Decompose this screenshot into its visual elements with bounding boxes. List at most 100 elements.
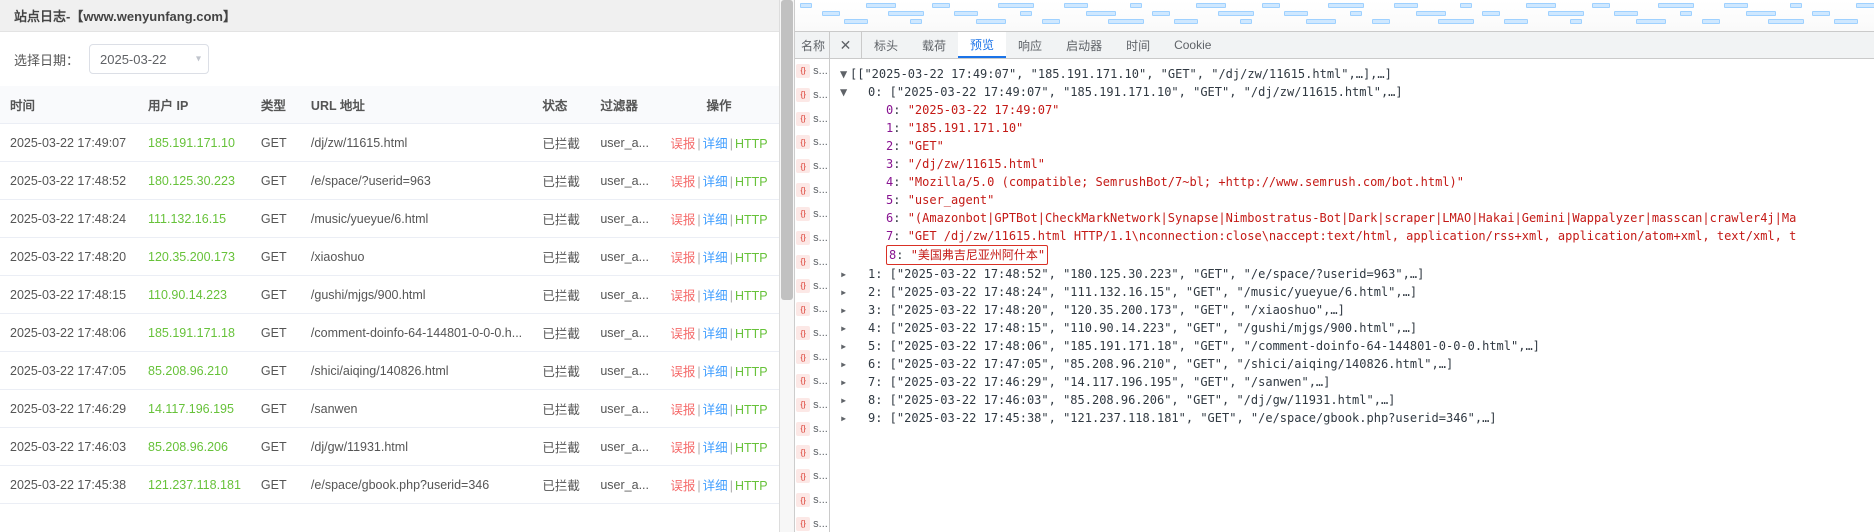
tree-line[interactable]: ▸6: ["2025-03-22 17:47:05", "85.208.96.2… bbox=[840, 355, 1864, 373]
request-item[interactable]: {}s... bbox=[796, 254, 828, 270]
action-detail[interactable]: 详细 bbox=[703, 327, 728, 341]
action-detail[interactable]: 详细 bbox=[703, 213, 728, 227]
request-item[interactable]: {}s... bbox=[796, 421, 828, 437]
action-http[interactable]: HTTP bbox=[735, 327, 768, 341]
action-report[interactable]: 误报 bbox=[670, 289, 695, 303]
request-item[interactable]: {}s... bbox=[796, 111, 828, 127]
tree-line[interactable]: ▸4: ["2025-03-22 17:48:15", "110.90.14.2… bbox=[840, 319, 1864, 337]
request-item[interactable]: {}s... bbox=[796, 492, 828, 508]
waterfall-bar bbox=[1108, 19, 1144, 24]
action-report[interactable]: 误报 bbox=[670, 175, 695, 189]
action-report[interactable]: 误报 bbox=[670, 479, 695, 493]
cell-filter: user_a... bbox=[590, 352, 659, 390]
tree-line[interactable]: 7: "GET /dj/zw/11615.html HTTP/1.1\nconn… bbox=[840, 227, 1864, 245]
request-item[interactable]: {}s... bbox=[796, 87, 828, 103]
action-detail[interactable]: 详细 bbox=[703, 403, 728, 417]
devtab-4[interactable]: 启动器 bbox=[1054, 32, 1114, 58]
request-item[interactable]: {}s... bbox=[796, 206, 828, 222]
tree-line[interactable]: ▸8: ["2025-03-22 17:46:03", "85.208.96.2… bbox=[840, 391, 1864, 409]
date-input[interactable] bbox=[89, 44, 209, 74]
table-row[interactable]: 2025-03-22 17:46:0385.208.96.206GET/dj/g… bbox=[0, 428, 779, 466]
action-http[interactable]: HTTP bbox=[735, 289, 768, 303]
action-http[interactable]: HTTP bbox=[735, 137, 768, 151]
action-http[interactable]: HTTP bbox=[735, 213, 768, 227]
tree-line[interactable]: ▸7: ["2025-03-22 17:46:29", "14.117.196.… bbox=[840, 373, 1864, 391]
table-row[interactable]: 2025-03-22 17:46:2914.117.196.195GET/san… bbox=[0, 390, 779, 428]
tree-line[interactable]: ▸5: ["2025-03-22 17:48:06", "185.191.171… bbox=[840, 337, 1864, 355]
action-detail[interactable]: 详细 bbox=[703, 479, 728, 493]
request-item[interactable]: {}s... bbox=[796, 516, 828, 532]
table-row[interactable]: 2025-03-22 17:48:15110.90.14.223GET/gush… bbox=[0, 276, 779, 314]
request-label: s... bbox=[813, 303, 828, 315]
action-report[interactable]: 误报 bbox=[670, 251, 695, 265]
action-detail[interactable]: 详细 bbox=[703, 441, 728, 455]
request-item[interactable]: {}s... bbox=[796, 230, 828, 246]
action-report[interactable]: 误报 bbox=[670, 137, 695, 151]
action-http[interactable]: HTTP bbox=[735, 441, 768, 455]
request-item[interactable]: {}s... bbox=[796, 325, 828, 341]
network-waterfall[interactable] bbox=[795, 0, 1874, 32]
request-item[interactable]: {}s... bbox=[796, 301, 828, 317]
table-row[interactable]: 2025-03-22 17:48:06185.191.171.18GET/com… bbox=[0, 314, 779, 352]
action-http[interactable]: HTTP bbox=[735, 479, 768, 493]
action-http[interactable]: HTTP bbox=[735, 251, 768, 265]
table-row[interactable]: 2025-03-22 17:48:24111.132.16.15GET/musi… bbox=[0, 200, 779, 238]
action-report[interactable]: 误报 bbox=[670, 213, 695, 227]
cell-status: 已拦截 bbox=[532, 352, 590, 390]
tree-line[interactable]: ▼[["2025-03-22 17:49:07", "185.191.171.1… bbox=[840, 65, 1864, 83]
table-row[interactable]: 2025-03-22 17:45:38121.237.118.181GET/e/… bbox=[0, 466, 779, 504]
tree-line[interactable]: ▸1: ["2025-03-22 17:48:52", "180.125.30.… bbox=[840, 265, 1864, 283]
tree-line[interactable]: 6: "(Amazonbot|GPTBot|CheckMarkNetwork|S… bbox=[840, 209, 1864, 227]
tree-line[interactable]: ▸3: ["2025-03-22 17:48:20", "120.35.200.… bbox=[840, 301, 1864, 319]
preview-pane[interactable]: ▼[["2025-03-22 17:49:07", "185.191.171.1… bbox=[830, 59, 1874, 532]
action-http[interactable]: HTTP bbox=[735, 403, 768, 417]
request-item[interactable]: {}s... bbox=[796, 373, 828, 389]
action-detail[interactable]: 详细 bbox=[703, 137, 728, 151]
request-item[interactable]: {}s... bbox=[796, 397, 828, 413]
action-detail[interactable]: 详细 bbox=[703, 251, 728, 265]
devtab-1[interactable]: 载荷 bbox=[910, 32, 958, 58]
request-item[interactable]: {}s... bbox=[796, 158, 828, 174]
action-http[interactable]: HTTP bbox=[735, 365, 768, 379]
table-row[interactable]: 2025-03-22 17:49:07185.191.171.10GET/dj/… bbox=[0, 124, 779, 162]
request-item[interactable]: {}s... bbox=[796, 278, 828, 294]
action-report[interactable]: 误报 bbox=[670, 365, 695, 379]
action-detail[interactable]: 详细 bbox=[703, 289, 728, 303]
tree-line[interactable]: 3: "/dj/zw/11615.html" bbox=[840, 155, 1864, 173]
request-item[interactable]: {}s... bbox=[796, 63, 828, 79]
action-report[interactable]: 误报 bbox=[670, 327, 695, 341]
action-detail[interactable]: 详细 bbox=[703, 365, 728, 379]
tree-line[interactable]: ▸9: ["2025-03-22 17:45:38", "121.237.118… bbox=[840, 409, 1864, 427]
tree-line[interactable]: 1: "185.191.171.10" bbox=[840, 119, 1864, 137]
table-row[interactable]: 2025-03-22 17:48:52180.125.30.223GET/e/s… bbox=[0, 162, 779, 200]
tree-line[interactable]: 5: "user_agent" bbox=[840, 191, 1864, 209]
request-item[interactable]: {}s... bbox=[796, 349, 828, 365]
tree-line[interactable]: 0: "2025-03-22 17:49:07" bbox=[840, 101, 1864, 119]
action-report[interactable]: 误报 bbox=[670, 441, 695, 455]
date-picker[interactable]: ▾ bbox=[89, 44, 209, 74]
devtab-0[interactable]: 标头 bbox=[862, 32, 910, 58]
scrollbar-thumb[interactable] bbox=[781, 0, 793, 300]
action-http[interactable]: HTTP bbox=[735, 175, 768, 189]
tree-line[interactable]: 8: "美国弗吉尼亚州阿什本" bbox=[840, 245, 1864, 265]
request-item[interactable]: {}s... bbox=[796, 468, 828, 484]
waterfall-bar bbox=[954, 11, 978, 16]
devtab-2[interactable]: 预览 bbox=[958, 32, 1006, 58]
devtab-3[interactable]: 响应 bbox=[1006, 32, 1054, 58]
col-url: URL 地址 bbox=[301, 86, 532, 124]
tree-line[interactable]: ▸2: ["2025-03-22 17:48:24", "111.132.16.… bbox=[840, 283, 1864, 301]
close-icon[interactable]: ✕ bbox=[830, 32, 862, 58]
action-report[interactable]: 误报 bbox=[670, 403, 695, 417]
table-row[interactable]: 2025-03-22 17:48:20120.35.200.173GET/xia… bbox=[0, 238, 779, 276]
request-item[interactable]: {}s... bbox=[796, 182, 828, 198]
tree-line[interactable]: 2: "GET" bbox=[840, 137, 1864, 155]
devtab-5[interactable]: 时间 bbox=[1114, 32, 1162, 58]
action-detail[interactable]: 详细 bbox=[703, 175, 728, 189]
tree-line[interactable]: 4: "Mozilla/5.0 (compatible; SemrushBot/… bbox=[840, 173, 1864, 191]
devtab-6[interactable]: Cookie bbox=[1162, 32, 1223, 58]
table-row[interactable]: 2025-03-22 17:47:0585.208.96.210GET/shic… bbox=[0, 352, 779, 390]
request-item[interactable]: {}s... bbox=[796, 445, 828, 461]
request-item[interactable]: {}s... bbox=[796, 135, 828, 151]
scrollbar[interactable] bbox=[780, 0, 795, 532]
tree-line[interactable]: ▼0: ["2025-03-22 17:49:07", "185.191.171… bbox=[840, 83, 1864, 101]
